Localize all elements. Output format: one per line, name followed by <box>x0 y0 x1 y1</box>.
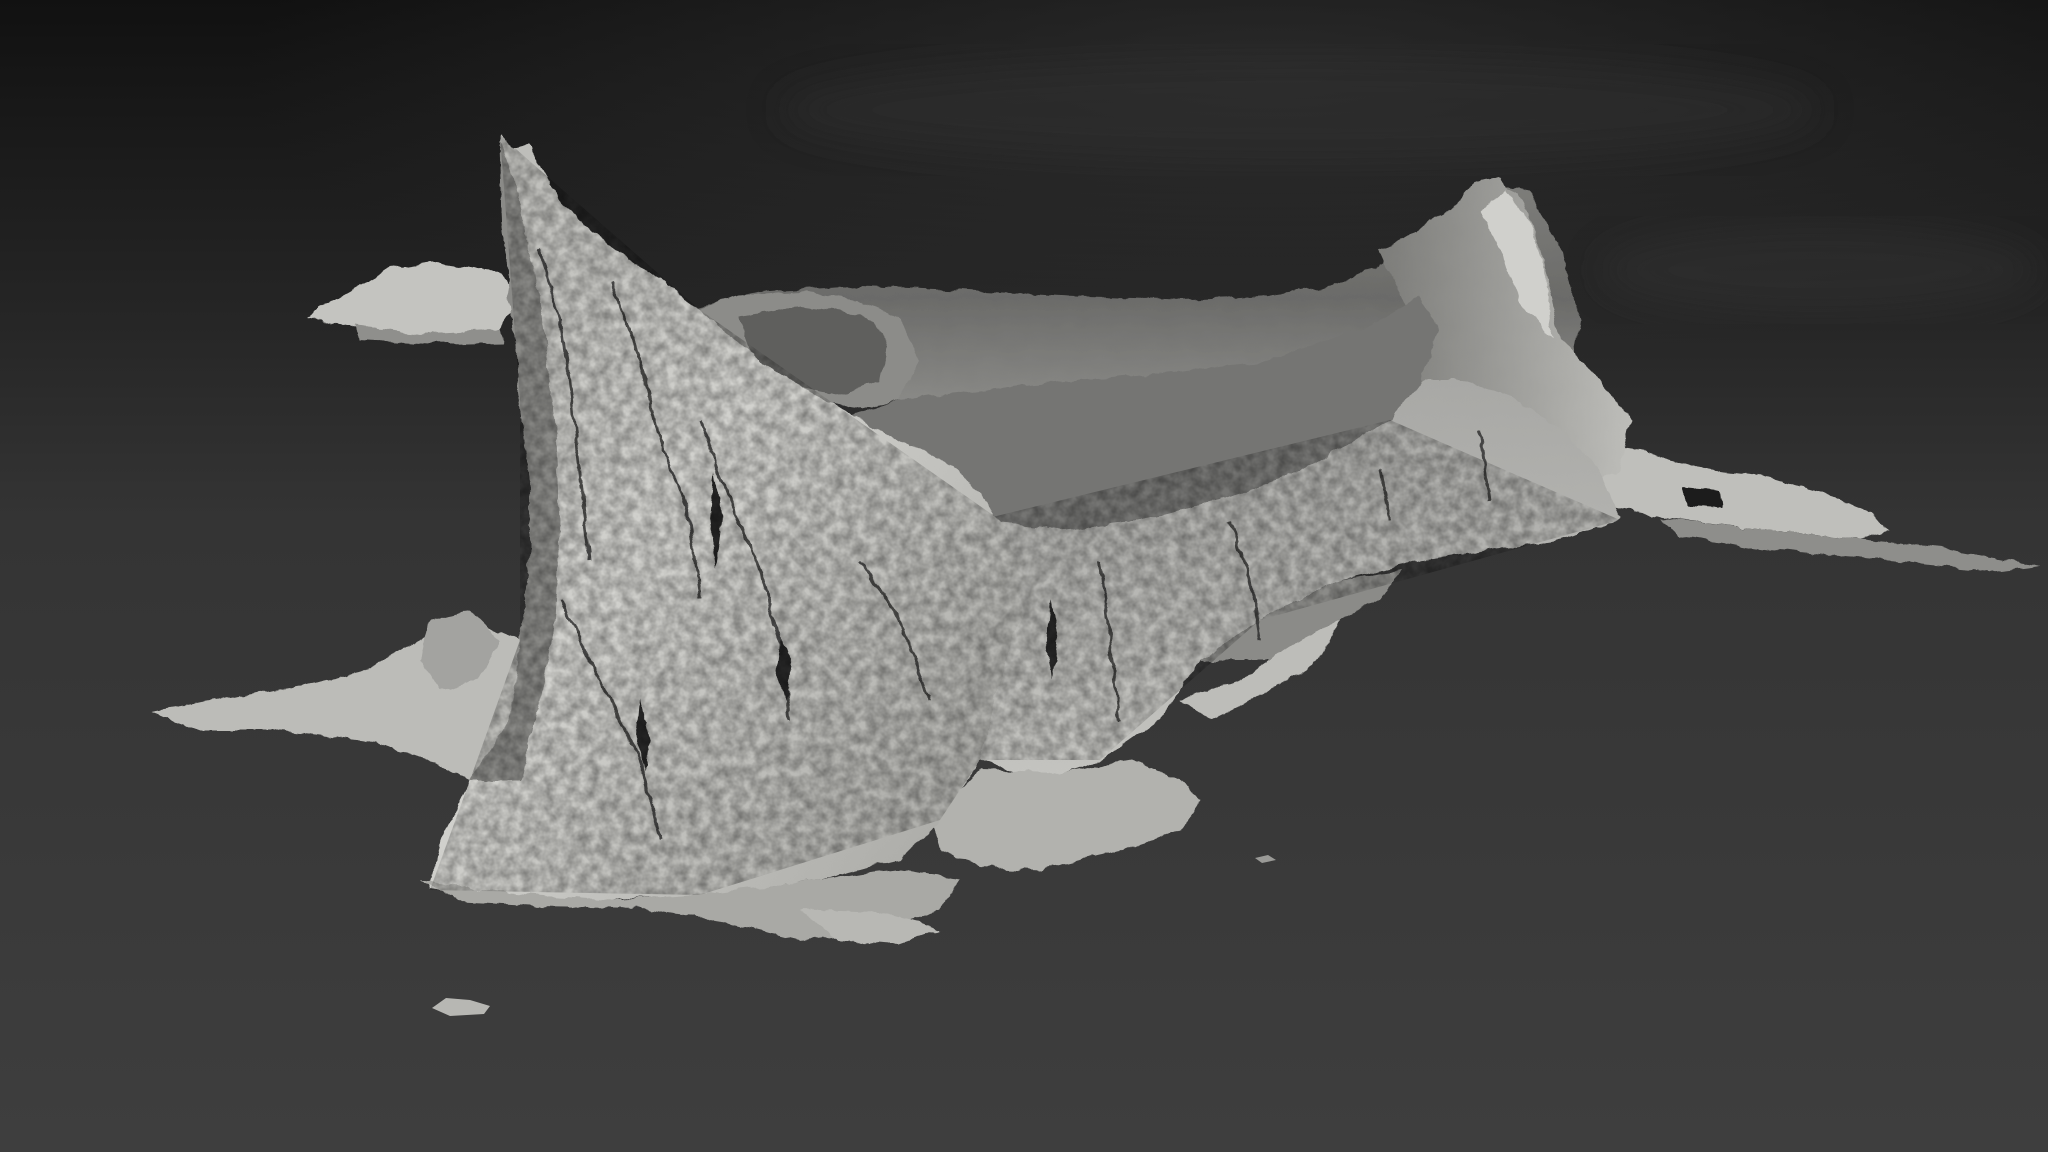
cloud-band-right <box>1600 225 2040 315</box>
terrain-render <box>0 0 2048 1152</box>
render-viewport <box>0 0 2048 1152</box>
cloud-band <box>780 55 1820 165</box>
